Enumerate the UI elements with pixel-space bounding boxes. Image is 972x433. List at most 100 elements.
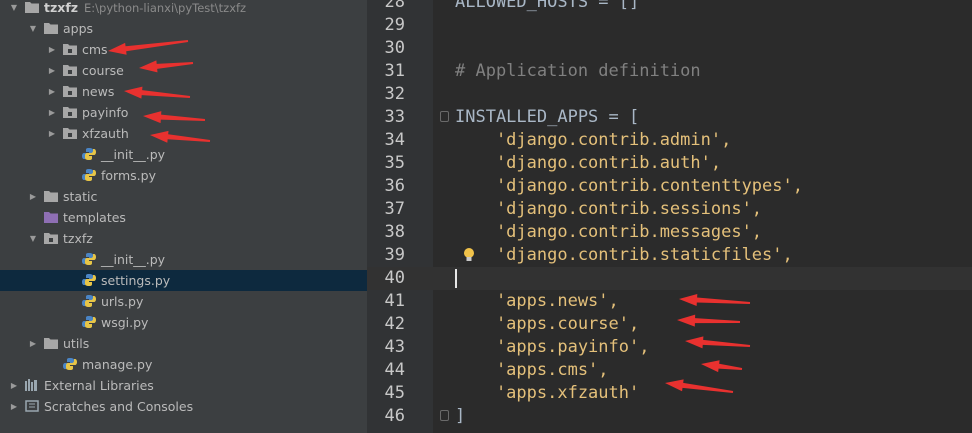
tree-item[interactable]: ▶ xfzauth — [0, 123, 367, 144]
tree-item-label: tzxfz — [63, 231, 93, 246]
folder-icon — [25, 1, 39, 13]
tree-item-label: apps — [63, 21, 94, 36]
code-line[interactable]: 30 — [367, 37, 972, 60]
tree-item-project-root[interactable]: ▼ tzxfz E:\python-lianxi\pyTest\tzxfz — [0, 0, 367, 18]
code-line[interactable]: 37 'django.contrib.sessions', — [367, 198, 972, 221]
folder-icon — [44, 190, 58, 202]
line-number: 35 — [384, 153, 405, 173]
code-line[interactable]: 33 INSTALLED_APPS = [ — [367, 106, 972, 129]
scratches-icon — [25, 400, 39, 412]
tree-item[interactable]: wsgi.py — [0, 312, 367, 333]
line-number: 42 — [384, 314, 405, 334]
tree-item[interactable]: __init__.py — [0, 249, 367, 270]
expand-arrow-icon[interactable]: ▶ — [28, 333, 38, 354]
tree-item[interactable]: ▶ cms — [0, 39, 367, 60]
line-number: 32 — [384, 84, 405, 104]
expand-arrow-icon[interactable]: ▼ — [9, 0, 19, 18]
expand-arrow-icon[interactable]: ▶ — [47, 102, 57, 123]
tree-item[interactable]: urls.py — [0, 291, 367, 312]
line-number: 38 — [384, 222, 405, 242]
code-text: 'django.contrib.contenttypes', — [455, 176, 803, 196]
line-number: 40 — [384, 268, 405, 288]
code-line[interactable]: 39 'django.contrib.staticfiles', — [367, 244, 972, 267]
tree-item-label: static — [63, 189, 98, 204]
code-line[interactable]: 29 — [367, 14, 972, 37]
fold-marker-icon[interactable] — [440, 410, 449, 421]
package-folder-icon — [63, 64, 77, 76]
tree-item[interactable]: __init__.py — [0, 144, 367, 165]
tree-item[interactable]: templates — [0, 207, 367, 228]
line-number: 44 — [384, 360, 405, 380]
collapse-arrow-icon[interactable]: ▼ — [28, 228, 38, 249]
line-number: 43 — [384, 337, 405, 357]
expand-arrow-icon[interactable]: ▶ — [47, 39, 57, 60]
python-file-icon — [82, 315, 96, 328]
tree-item[interactable]: ▶ External Libraries — [0, 375, 367, 396]
code-line[interactable]: 45 'apps.xfzauth' — [367, 382, 972, 405]
code-text: ALLOWED_HOSTS = [] — [455, 0, 640, 12]
tree-item[interactable]: ▶ course — [0, 60, 367, 81]
expand-arrow-icon[interactable]: ▶ — [9, 375, 19, 396]
fold-marker-icon[interactable] — [440, 111, 449, 122]
code-text: 'django.contrib.messages', — [455, 222, 763, 242]
expand-arrow-icon[interactable]: ▶ — [47, 60, 57, 81]
expand-arrow-icon[interactable]: ▶ — [47, 81, 57, 102]
code-text: INSTALLED_APPS = [ — [455, 107, 640, 127]
tree-item[interactable]: manage.py — [0, 354, 367, 375]
project-path: E:\python-lianxi\pyTest\tzxfz — [84, 1, 247, 15]
line-number: 39 — [384, 245, 405, 265]
tree-item-label: manage.py — [82, 357, 153, 372]
python-file-icon — [82, 147, 96, 160]
code-line[interactable]: 32 — [367, 83, 972, 106]
line-number: 29 — [384, 15, 405, 35]
package-folder-icon — [63, 43, 77, 55]
tree-item[interactable]: ▼ tzxfz — [0, 228, 367, 249]
python-file-icon — [63, 357, 77, 370]
tree-item-label: cms — [82, 42, 108, 57]
code-line[interactable]: 38 'django.contrib.messages', — [367, 221, 972, 244]
code-text: 'apps.course', — [455, 314, 640, 334]
tree-item[interactable]: ▶ Scratches and Consoles — [0, 396, 367, 417]
code-editor[interactable]: 28 ALLOWED_HOSTS = [] 29 30 31 # Application … — [367, 0, 972, 433]
code-line[interactable]: 40 — [367, 267, 972, 290]
code-line[interactable]: 42 'apps.course', — [367, 313, 972, 336]
code-text: # Application definition — [455, 61, 701, 81]
code-line[interactable]: 46] — [367, 405, 972, 428]
tree-item-label: xfzauth — [82, 126, 129, 141]
tree-item[interactable]: ▶ static — [0, 186, 367, 207]
package-folder-icon — [63, 106, 77, 118]
expand-arrow-icon[interactable]: ▶ — [9, 396, 19, 417]
project-tool-window: ▼ tzxfz E:\python-lianxi\pyTest\tzxfz ▼ ap… — [0, 0, 367, 433]
code-line[interactable]: 43 'apps.payinfo', — [367, 336, 972, 359]
tree-item-label: templates — [63, 210, 126, 225]
python-file-icon — [82, 252, 96, 265]
code-line[interactable]: 41 'apps.news', — [367, 290, 972, 313]
line-number: 31 — [384, 61, 405, 81]
code-line[interactable]: 44 'apps.cms', — [367, 359, 972, 382]
code-text: 'apps.xfzauth' — [455, 383, 640, 403]
tree-item-label: news — [82, 84, 115, 99]
code-line[interactable]: 36 'django.contrib.contenttypes', — [367, 175, 972, 198]
tree-item-label: settings.py — [101, 273, 171, 288]
line-number: 36 — [384, 176, 405, 196]
code-line[interactable]: 34 'django.contrib.admin', — [367, 129, 972, 152]
tree-item[interactable]: forms.py — [0, 165, 367, 186]
collapse-arrow-icon[interactable]: ▼ — [28, 18, 38, 39]
code-line[interactable]: 35 'django.contrib.auth', — [367, 152, 972, 175]
code-line[interactable]: 31 # Application definition — [367, 60, 972, 83]
tree-item[interactable]: ▼ apps — [0, 18, 367, 39]
tree-item-label: __init__.py — [101, 147, 166, 162]
tree-item[interactable]: settings.py — [0, 270, 367, 291]
expand-arrow-icon[interactable]: ▶ — [47, 123, 57, 144]
tree-item[interactable]: ▶ payinfo — [0, 102, 367, 123]
tree-item[interactable]: ▶ news — [0, 81, 367, 102]
line-number: 45 — [384, 383, 405, 403]
expand-arrow-icon[interactable]: ▶ — [28, 186, 38, 207]
code-text: 'django.contrib.admin', — [455, 130, 732, 150]
external-libraries-icon — [25, 379, 39, 391]
code-line[interactable]: 28 ALLOWED_HOSTS = [] — [367, 0, 972, 14]
code-text: 'apps.cms', — [455, 360, 609, 380]
text-caret — [455, 269, 457, 288]
tree-item[interactable]: ▶ utils — [0, 333, 367, 354]
tree-item-label: External Libraries — [44, 378, 154, 393]
